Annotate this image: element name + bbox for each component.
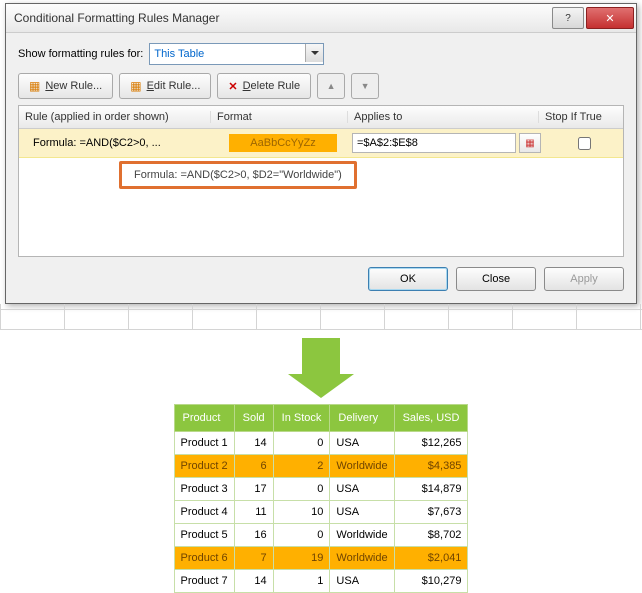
result-arrow xyxy=(0,338,642,374)
col-header-applies: Applies to xyxy=(347,111,538,123)
table-row[interactable]: Product 41110USA$7,673 xyxy=(174,501,468,524)
formula-tooltip: Formula: =AND($C2>0, $D2="Worldwide") xyxy=(119,161,357,189)
scope-select[interactable]: This Table xyxy=(149,43,324,65)
rule-row[interactable]: Formula: =AND($C2>0, ... AaBbCcYyZz xyxy=(19,129,623,158)
rule-formula-cell: Formula: =AND($C2>0, ... xyxy=(19,137,218,149)
table-row[interactable]: Product 1140USA$12,265 xyxy=(174,432,468,455)
chevron-down-icon xyxy=(305,44,323,62)
stop-if-true-checkbox[interactable] xyxy=(578,137,591,150)
table-row[interactable]: Product 3170USA$14,879 xyxy=(174,478,468,501)
titlebar: Conditional Formatting Rules Manager xyxy=(6,4,636,33)
edit-rule-icon xyxy=(130,79,141,93)
move-down-button[interactable] xyxy=(351,73,379,99)
table-row[interactable]: Product 7141USA$10,279 xyxy=(174,570,468,593)
range-picker-button[interactable] xyxy=(519,133,541,153)
col-header: Sales, USD xyxy=(394,405,468,432)
col-header: Product xyxy=(174,405,234,432)
rules-header: Rule (applied in order shown) Format App… xyxy=(19,106,623,129)
col-header: In Stock xyxy=(273,405,330,432)
rule-applies-cell xyxy=(348,133,545,153)
table-header-row: ProductSoldIn StockDeliverySales, USD xyxy=(174,405,468,432)
col-header-stop: Stop If True xyxy=(538,111,623,123)
col-header: Delivery xyxy=(330,405,394,432)
col-header: Sold xyxy=(234,405,273,432)
delete-icon xyxy=(228,80,237,93)
col-header-format: Format xyxy=(210,111,347,123)
table-row[interactable]: Product 262Worldwide$4,385 xyxy=(174,455,468,478)
col-header-rule: Rule (applied in order shown) xyxy=(19,111,210,123)
scope-label: Show formatting rules for: xyxy=(18,48,143,60)
new-rule-icon xyxy=(29,79,40,93)
applies-to-input[interactable] xyxy=(352,133,516,153)
rule-stop-cell xyxy=(545,134,623,153)
result-table: ProductSoldIn StockDeliverySales, USD Pr… xyxy=(174,404,469,593)
arrow-up-icon xyxy=(327,80,336,92)
table-row[interactable]: Product 5160Worldwide$8,702 xyxy=(174,524,468,547)
table-row[interactable]: Product 6719Worldwide$2,041 xyxy=(174,547,468,570)
format-preview: AaBbCcYyZz xyxy=(229,134,337,152)
close-button[interactable]: Close xyxy=(456,267,536,291)
rules-list: Rule (applied in order shown) Format App… xyxy=(18,105,624,257)
rules-manager-dialog: Conditional Formatting Rules Manager Sho… xyxy=(5,3,637,304)
delete-rule-button[interactable]: Delete Rule xyxy=(217,73,311,99)
rule-format-cell: AaBbCcYyZz xyxy=(218,134,348,152)
dialog-title: Conditional Formatting Rules Manager xyxy=(14,11,552,25)
move-up-button[interactable] xyxy=(317,73,345,99)
ok-button[interactable]: OK xyxy=(368,267,448,291)
edit-rule-button[interactable]: Edit Rule... xyxy=(119,73,211,99)
help-button[interactable] xyxy=(552,7,584,29)
spreadsheet-grid-bg xyxy=(0,304,642,330)
arrow-down-icon xyxy=(361,80,370,92)
new-rule-button[interactable]: New Rule... xyxy=(18,73,113,99)
close-window-button[interactable] xyxy=(586,7,634,29)
apply-button: Apply xyxy=(544,267,624,291)
